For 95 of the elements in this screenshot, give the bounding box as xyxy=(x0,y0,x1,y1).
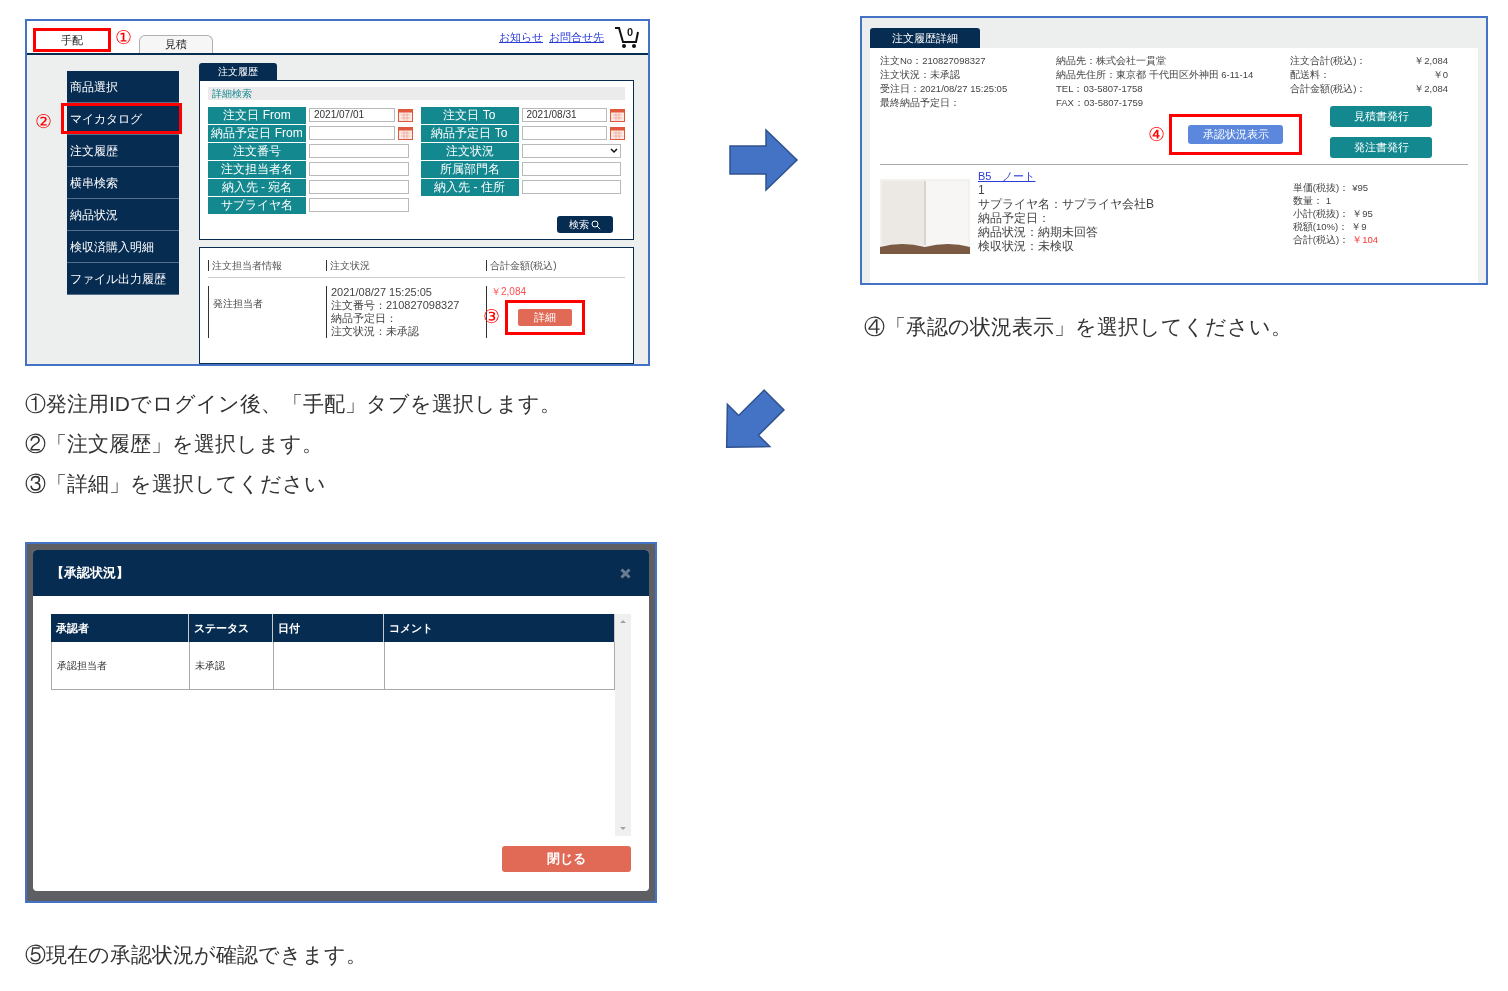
price-label: 数量： xyxy=(1292,194,1323,207)
price-value: 1 xyxy=(1325,194,1332,207)
product-info: 納品予定日： xyxy=(978,211,1050,225)
product-info: 納品状況：納期未回答 xyxy=(978,225,1098,239)
search-icon xyxy=(591,219,601,230)
table-cell-text: 承認担当者 xyxy=(57,659,107,673)
cart-count: 0 xyxy=(627,25,634,40)
price-label: 税額(10%)： xyxy=(1292,220,1349,233)
total-value: ￥2,084 xyxy=(1414,82,1448,96)
delivery-info: 納品先：株式会社一貫堂 xyxy=(1056,54,1166,68)
dialog-title: 【承認状況】 xyxy=(51,564,129,583)
calendar-icon[interactable] xyxy=(610,108,625,122)
document-button[interactable]: 見積書発行 xyxy=(1330,106,1432,127)
text-field[interactable] xyxy=(309,144,409,158)
page-tab[interactable]: 注文履歴詳細 xyxy=(870,28,980,48)
column-header: ステータス xyxy=(189,614,273,642)
chevron-icon xyxy=(610,148,618,154)
total-label: 注文合計(税込)： xyxy=(1290,54,1367,68)
price-value: ￥9 xyxy=(1351,220,1367,233)
table-cell: 発注担当者 xyxy=(213,298,263,309)
date-field[interactable] xyxy=(309,126,395,140)
order-info: 注文No：210827098327 xyxy=(880,54,986,68)
field-label: 注文日 From xyxy=(208,106,306,124)
section-title: 詳細検索 xyxy=(208,87,625,100)
product-info: 検収状況：未検収 xyxy=(978,239,1074,253)
header-link[interactable]: お問合せ先 xyxy=(549,28,604,45)
column-header: 合計金額(税込) xyxy=(486,260,557,271)
column-header: 日付 xyxy=(273,614,384,642)
step-number: ② xyxy=(35,111,52,132)
total-value: ￥2,084 xyxy=(1414,54,1448,68)
text-field[interactable] xyxy=(309,180,409,194)
price-label: 単価(税抜)： xyxy=(1292,181,1350,194)
order-total: ￥2,084 xyxy=(491,286,527,298)
field-label: 注文日 To xyxy=(420,106,519,124)
text-field[interactable] xyxy=(309,162,409,176)
price-value: ¥95 xyxy=(1352,181,1368,194)
search-button[interactable]: 検索 xyxy=(557,216,613,233)
text-field[interactable] xyxy=(521,180,621,194)
price-value: ￥104 xyxy=(1352,233,1378,246)
arrow-icon xyxy=(729,128,799,192)
date-field[interactable] xyxy=(521,126,607,140)
product-info: サプライヤ名：サプライヤ会社B xyxy=(978,197,1154,211)
instruction-text: ②「注文履歴」を選択します。 xyxy=(25,431,323,457)
field-label: 納品予定日 From xyxy=(208,124,306,142)
calendar-icon[interactable] xyxy=(610,126,625,140)
page-tab[interactable]: 注文履歴 xyxy=(199,63,277,80)
step-number: ① xyxy=(115,27,132,48)
product-link[interactable]: B5 ノート xyxy=(978,169,1036,183)
column-header: 承認者 xyxy=(51,614,189,642)
date-field[interactable]: 2021/08/31 xyxy=(521,108,607,122)
instruction-text: ⑤現在の承認状況が確認できます。 xyxy=(25,942,367,968)
order-status-line: 注文番号：210827098327 xyxy=(331,299,460,312)
field-label: 注文担当者名 xyxy=(208,160,306,178)
instruction-text: ③「詳細」を選択してください xyxy=(25,471,326,497)
order-status-line: 2021/08/27 15:25:05 xyxy=(331,286,432,299)
total-label: 配送料： xyxy=(1290,68,1330,82)
delivery-info: TEL：03-5807-1758 xyxy=(1056,82,1143,96)
total-label: 合計金額(税込)： xyxy=(1290,82,1367,96)
order-status-line: 注文状況：未承認 xyxy=(331,325,419,338)
date-field[interactable]: 2021/07/01 xyxy=(309,108,395,122)
column-header: 注文担当者情報 xyxy=(208,260,282,271)
column-header: 注文状況 xyxy=(326,260,370,271)
document-button[interactable]: 発注書発行 xyxy=(1330,137,1432,158)
scrollbar[interactable] xyxy=(615,614,631,836)
order-info: 受注日：2021/08/27 15:25:05 xyxy=(880,82,1008,96)
field-label: 注文状況 xyxy=(420,142,519,160)
field-label: 注文番号 xyxy=(208,142,306,160)
header-link[interactable]: お知らせ xyxy=(499,28,543,45)
delivery-info: FAX：03-5807-1759 xyxy=(1056,96,1144,110)
close-icon[interactable] xyxy=(620,567,631,579)
status-select[interactable] xyxy=(521,144,621,158)
price-value: ￥95 xyxy=(1352,207,1373,220)
tab[interactable]: 見積 xyxy=(139,35,213,53)
field-label: 所属部門名 xyxy=(420,160,519,178)
total-value: ￥0 xyxy=(1432,68,1448,82)
calendar-icon[interactable] xyxy=(397,108,413,122)
instruction-text: ①発注用IDでログイン後、「手配」タブを選択します。 xyxy=(25,391,561,417)
field-label: 納入先 - 宛名 xyxy=(208,178,306,196)
order-info: 注文状況：未承認 xyxy=(880,68,960,82)
instruction-text: ④「承認の状況表示」を選択してください。 xyxy=(864,314,1292,340)
text-field[interactable] xyxy=(309,198,409,212)
table-cell-text: 未承認 xyxy=(195,659,225,673)
price-label: 小計(税抜)： xyxy=(1292,207,1350,220)
delivery-info: 納品先住所：東京都 千代田区外神田 6-11-14 xyxy=(1056,68,1254,82)
field-label: サプライヤ名 xyxy=(208,196,306,214)
cart-icon[interactable] xyxy=(614,26,640,50)
calendar-icon[interactable] xyxy=(397,126,413,140)
step-number: ④ xyxy=(1148,125,1165,144)
order-info: 最終納品予定日： xyxy=(880,96,960,110)
text-field[interactable] xyxy=(521,162,621,176)
price-label: 合計(税込)： xyxy=(1292,233,1350,246)
product-info: 1 xyxy=(978,183,985,197)
field-label: 納入先 - 住所 xyxy=(420,178,519,196)
field-label: 納品予定日 To xyxy=(420,124,519,142)
order-status-line: 納品予定日： xyxy=(331,312,397,325)
